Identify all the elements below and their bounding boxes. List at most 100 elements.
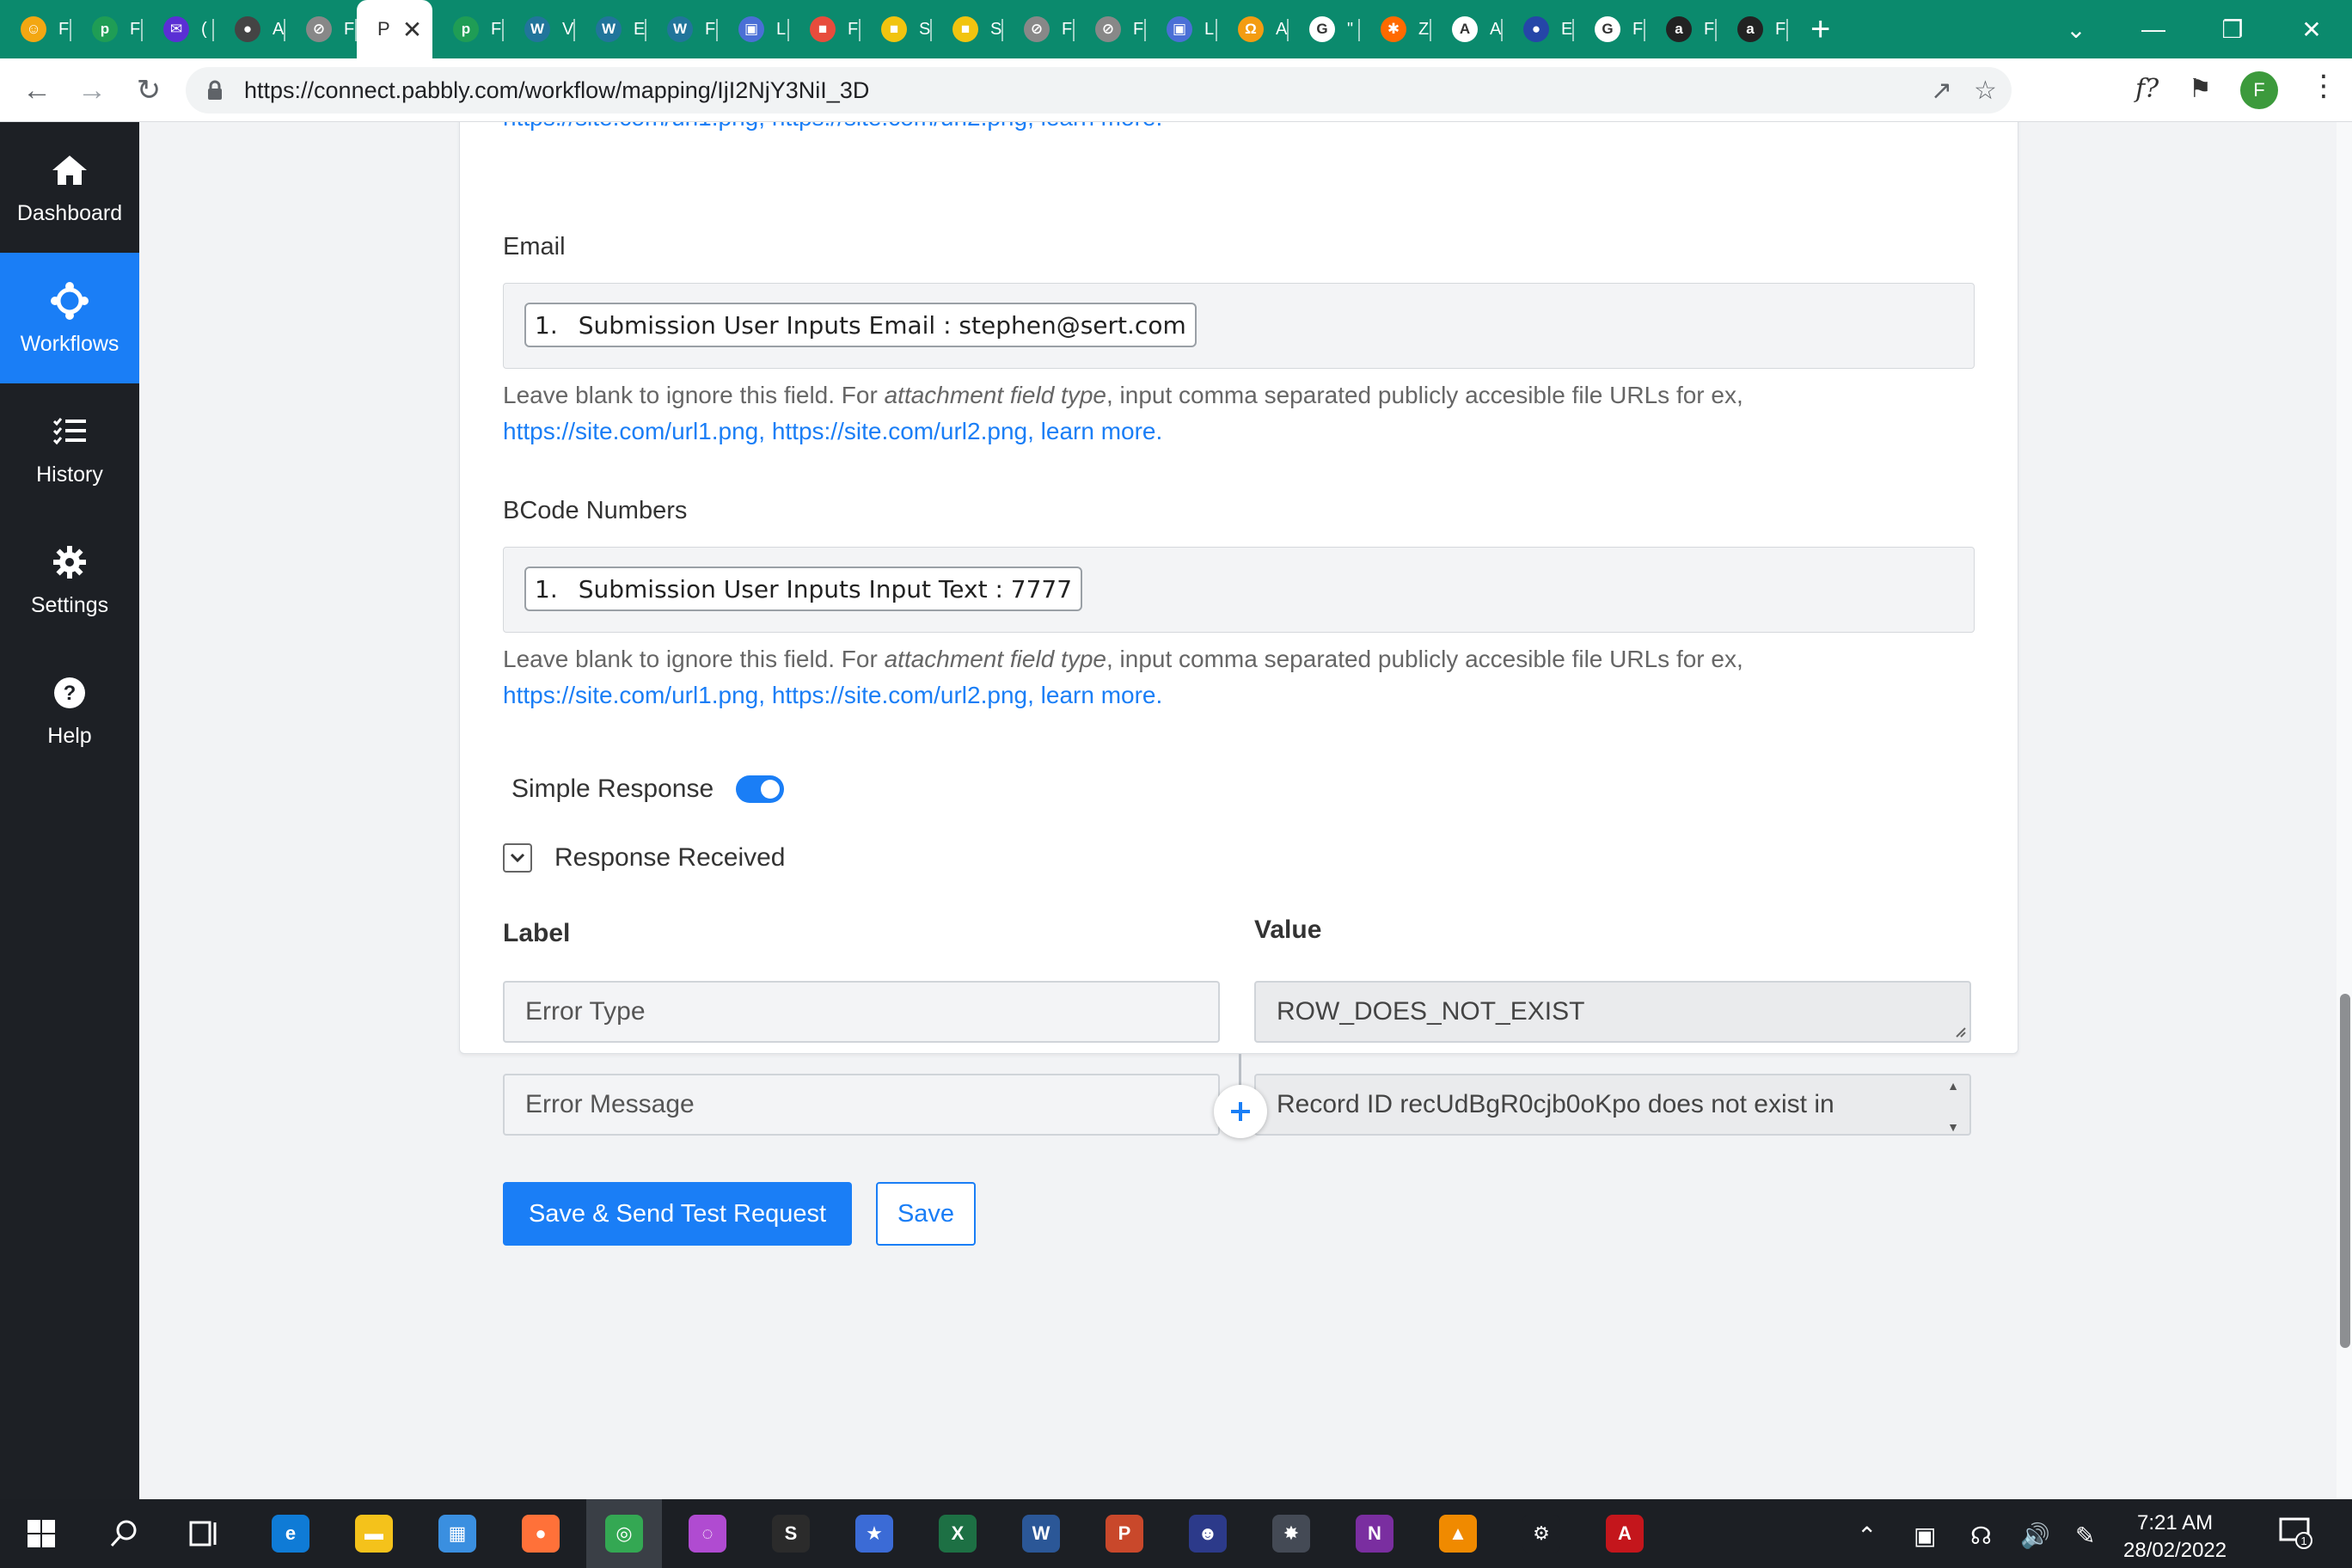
response-value-textarea[interactable]: Record ID recUdBgR0cjb0oKpo does not exi… [1254, 1074, 1971, 1136]
extensions-puzzle-icon[interactable]: ⚑ [2189, 74, 2212, 104]
sidebar-item-settings[interactable]: Settings [0, 514, 139, 645]
vlc-icon[interactable]: ▲ [1434, 1510, 1482, 1558]
powerpoint-icon[interactable]: P [1100, 1510, 1148, 1558]
browser-tab[interactable]: GF [1574, 0, 1645, 58]
close-tab-icon[interactable]: ✕ [402, 15, 422, 44]
onenote-icon[interactable]: N [1351, 1510, 1399, 1558]
browser-tab[interactable]: ● E [1503, 0, 1574, 58]
sidebar-item-label: Settings [30, 592, 109, 617]
browser-tab[interactable]: ⊘ F [285, 0, 357, 58]
browser-tab[interactable]: aF [1717, 0, 1788, 58]
browser-tab[interactable]: ✱ Z [1360, 0, 1431, 58]
restore-icon[interactable]: ❐ [2194, 0, 2271, 58]
firefox-icon[interactable]: ● [517, 1510, 565, 1558]
app-swirl-icon[interactable]: ◌ [683, 1510, 732, 1558]
browser-tab[interactable]: G " [1289, 0, 1360, 58]
simple-response-toggle[interactable] [736, 775, 785, 803]
browser-tab[interactable]: WE [575, 0, 646, 58]
notification-center-icon[interactable]: 1 [2278, 1515, 2312, 1555]
back-icon[interactable]: ← [17, 70, 57, 110]
bookmark-star-icon[interactable]: ☆ [1974, 76, 1997, 106]
wifi-icon[interactable]: ☊ [1970, 1522, 1992, 1550]
browser-tab[interactable]: aF [1645, 0, 1717, 58]
example-link-1[interactable]: https://site.com/url1.png, [503, 418, 765, 444]
response-label-input[interactable]: Error Type [503, 981, 1220, 1043]
mapped-value-chip[interactable]: 1. Submission User Inputs Email : stephe… [524, 303, 1197, 347]
learn-more-link[interactable]: learn more [1041, 418, 1156, 444]
response-label-input[interactable]: Error Message [503, 1074, 1220, 1136]
browser-tab[interactable]: ▣ L [1146, 0, 1217, 58]
excel-icon[interactable]: X [934, 1510, 982, 1558]
simple-response-row: Simple Response [511, 775, 785, 804]
close-window-icon[interactable]: ✕ [2273, 0, 2350, 58]
browser-tab[interactable]: WV [504, 0, 575, 58]
browser-tab[interactable]: ■ S [932, 0, 1003, 58]
mapped-value-chip[interactable]: 1. Submission User Inputs Input Text : 7… [524, 567, 1083, 611]
page-scrollbar-thumb[interactable] [2340, 994, 2350, 1348]
bcode-numbers-field[interactable]: 1. Submission User Inputs Input Text : 7… [503, 547, 1975, 633]
meet-now-icon[interactable]: ▣ [1914, 1522, 1936, 1550]
store-icon[interactable]: ▦ [433, 1510, 481, 1558]
browser-tab[interactable]: AA [1431, 0, 1503, 58]
textarea-scroll-arrows[interactable]: ▲ ▼ [1942, 1079, 1964, 1134]
tab-title: F [344, 19, 355, 39]
app-s-icon[interactable]: S [767, 1510, 815, 1558]
browser-tab[interactable]: pF [432, 0, 504, 58]
browser-tab[interactable]: ▣ L [718, 0, 789, 58]
tab-active-pabbly[interactable]: P ✕ [357, 0, 432, 58]
save-and-send-test-request-button[interactable]: Save & Send Test Request [503, 1182, 852, 1246]
app-person-icon[interactable]: ☻ [1184, 1510, 1232, 1558]
system-clock[interactable]: 7:21 AM 28/02/2022 [2123, 1510, 2226, 1565]
example-link-2[interactable]: https://site.com/url2.png, [772, 682, 1034, 708]
add-step-button[interactable] [1214, 1085, 1267, 1138]
browser-tab[interactable]: ⊘ F [1075, 0, 1146, 58]
response-value-textarea[interactable]: ROW_DOES_NOT_EXIST [1254, 981, 1971, 1043]
sidebar-item-dashboard[interactable]: Dashboard [0, 122, 139, 253]
start-button-icon[interactable] [17, 1510, 65, 1558]
browser-tab[interactable]: WF [646, 0, 718, 58]
settings-icon[interactable]: ⚙ [1517, 1510, 1565, 1558]
minimize-icon[interactable]: — [2115, 0, 2192, 58]
browser-tab[interactable]: pF [71, 0, 143, 58]
sidebar-item-workflows[interactable]: Workflows [0, 253, 139, 383]
new-tab-button[interactable]: + [1810, 0, 1830, 58]
sidebar-item-help[interactable]: ? Help [0, 645, 139, 775]
browser-tab[interactable]: ☺ F [0, 0, 71, 58]
collapse-toggle-button[interactable] [503, 843, 532, 873]
app-reel-icon[interactable]: ✸ [1267, 1510, 1315, 1558]
browser-tab[interactable]: ΩA [1217, 0, 1289, 58]
profile-avatar[interactable]: F [2240, 71, 2278, 109]
pen-workspace-icon[interactable]: ✎ [2075, 1522, 2095, 1550]
edge-icon[interactable]: e [266, 1510, 315, 1558]
browser-tab[interactable]: ● A [214, 0, 285, 58]
tab-search-icon[interactable]: ⌄ [2037, 0, 2115, 58]
resize-handle-icon[interactable] [1952, 1024, 1966, 1038]
browser-menu-icon[interactable]: ⋮ [2309, 69, 2338, 103]
share-icon[interactable]: ↗ [1931, 76, 1952, 106]
word-icon[interactable]: W [1017, 1510, 1065, 1558]
example-link-1[interactable]: https://site.com/url1.png, [503, 682, 765, 708]
reload-icon[interactable]: ↻ [129, 70, 168, 110]
tab-title: V [562, 19, 574, 39]
example-link-2[interactable]: https://site.com/url2.png, [772, 418, 1034, 444]
email-field[interactable]: 1. Submission User Inputs Email : stephe… [503, 283, 1975, 369]
browser-tab[interactable]: ⊘ F [1003, 0, 1075, 58]
sidebar-item-history[interactable]: History [0, 383, 139, 514]
save-button[interactable]: Save [876, 1182, 976, 1246]
volume-icon[interactable]: 🔊 [2020, 1522, 2050, 1550]
address-bar[interactable]: https://connect.pabbly.com/workflow/mapp… [186, 67, 2012, 113]
show-hidden-icons-icon[interactable]: ⌃ [1857, 1522, 1877, 1550]
acrobat-icon[interactable]: A [1601, 1510, 1649, 1558]
browser-tab[interactable]: ■ S [861, 0, 932, 58]
forward-icon[interactable]: → [72, 70, 112, 110]
browser-tab[interactable]: ■ F [789, 0, 861, 58]
learn-more-link[interactable]: learn more [1041, 682, 1156, 708]
plus-icon [1231, 1102, 1250, 1121]
search-icon[interactable] [100, 1510, 148, 1558]
app-rocket-icon[interactable]: ★ [850, 1510, 898, 1558]
browser-tab[interactable]: ✉( [143, 0, 214, 58]
task-view-icon[interactable] [181, 1510, 229, 1558]
file-explorer-icon[interactable]: ▬ [350, 1510, 398, 1558]
chrome-icon[interactable]: ◎ [600, 1510, 648, 1558]
extension-fx-icon[interactable]: f? [2135, 74, 2159, 104]
